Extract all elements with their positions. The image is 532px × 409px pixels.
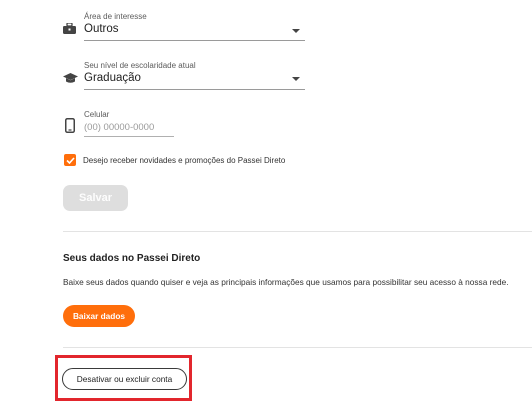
phone-icon [65,118,75,138]
newsletter-label: Desejo receber novidades e promoções do … [83,156,286,165]
celular-underline [84,136,174,137]
deactivate-account-button[interactable]: Desativar ou excluir conta [62,368,187,390]
chevron-down-icon [292,77,300,81]
celular-label: Celular [84,110,110,119]
chevron-down-icon [292,29,300,33]
data-section-description: Baixe seus dados quando quiser e veja as… [63,277,509,287]
check-icon [65,156,75,164]
graduation-cap-icon [63,71,78,89]
save-button[interactable]: Salvar [63,185,128,211]
escolaridade-underline [84,89,305,90]
area-interesse-underline [84,40,305,41]
section-divider [63,347,532,348]
briefcase-icon [63,22,76,40]
data-section-title: Seus dados no Passei Direto [63,253,201,264]
escolaridade-value: Graduação [84,72,141,84]
celular-field[interactable]: Celular (00) 00000-0000 [63,108,175,138]
section-divider [63,231,532,232]
newsletter-checkbox[interactable] [64,154,76,166]
area-interesse-value: Outros [84,23,119,35]
area-interesse-field[interactable]: Área de interesse Outros [63,8,305,42]
celular-input[interactable]: (00) 00000-0000 [84,122,154,133]
escolaridade-label: Seu nível de escolaridade atual [84,61,196,70]
area-interesse-label: Área de interesse [84,12,147,21]
escolaridade-field[interactable]: Seu nível de escolaridade atual Graduaçã… [63,57,305,91]
download-data-button[interactable]: Baixar dados [63,305,135,327]
